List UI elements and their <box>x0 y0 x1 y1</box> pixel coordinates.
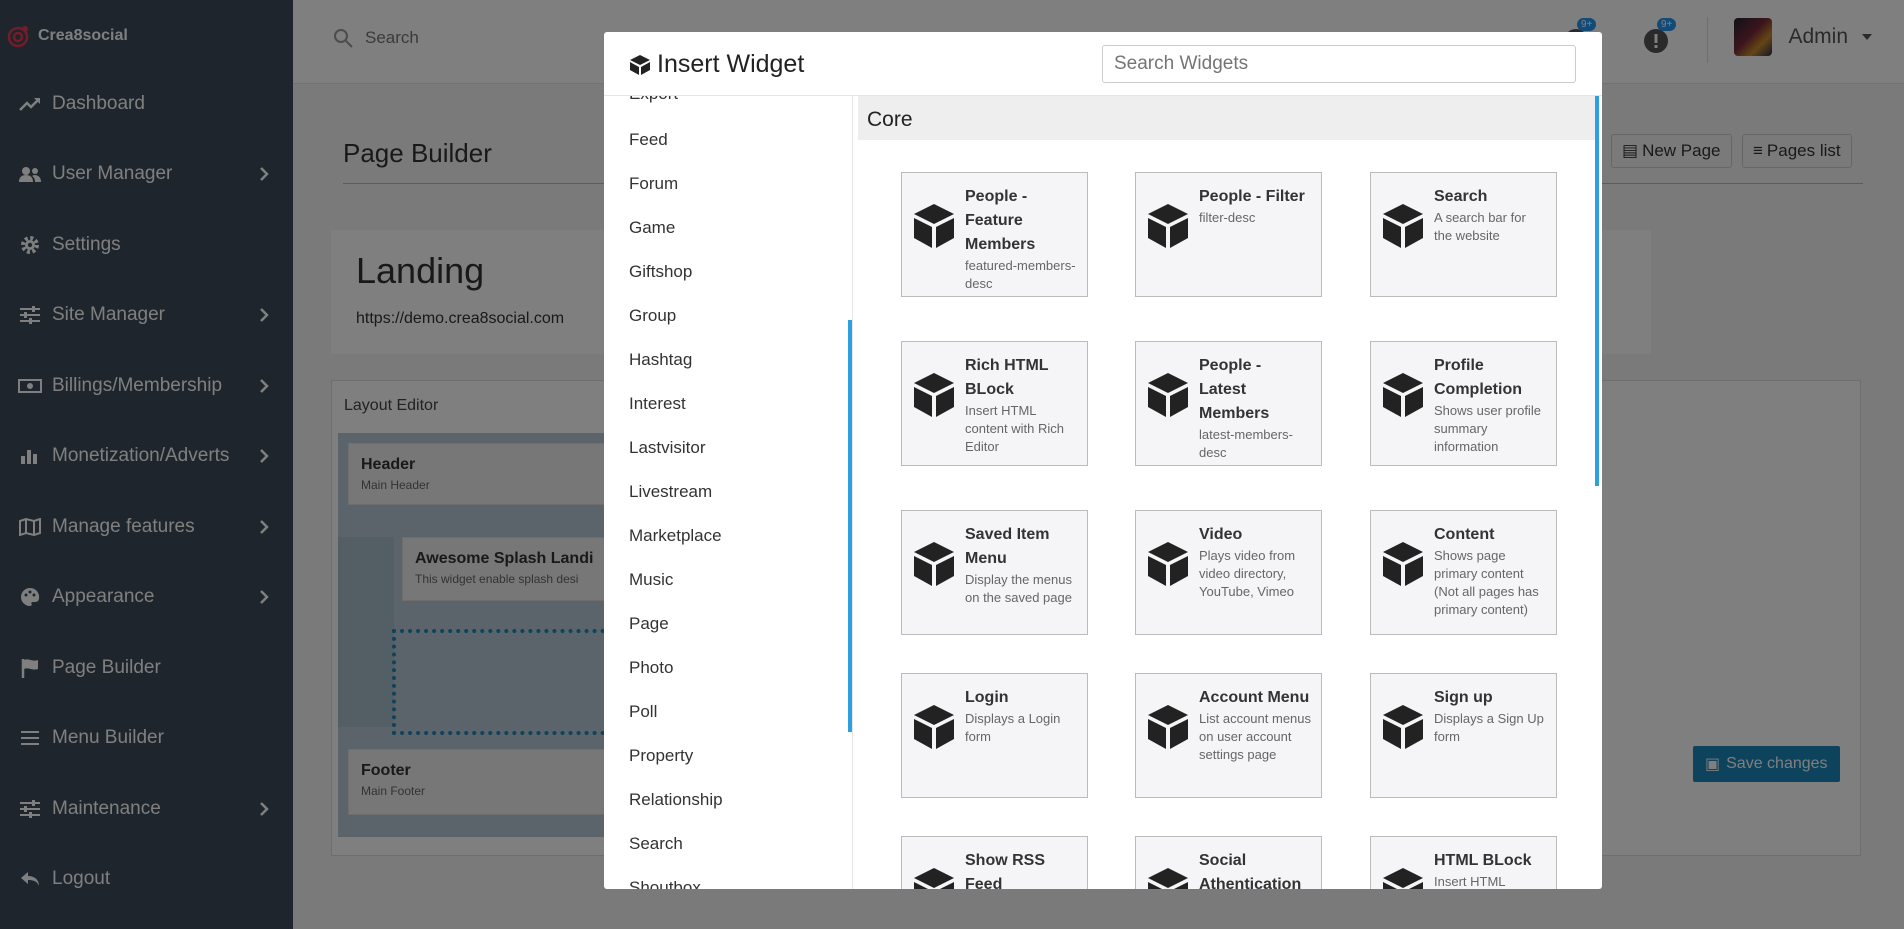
widget-title: Content <box>1434 526 1495 543</box>
widget-card[interactable]: Show RSS Feed <box>901 836 1088 889</box>
modal-header: Insert Widget <box>604 32 1602 96</box>
category-item[interactable]: Poll <box>629 702 657 722</box>
widget-card[interactable]: Sign up Displays a Sign Up form <box>1370 673 1557 798</box>
widget-card[interactable]: People - Filter filter-desc <box>1135 172 1322 297</box>
cube-icon <box>914 868 954 889</box>
widget-desc: latest-members-desc <box>1199 427 1293 460</box>
widget-card[interactable]: Rich HTML BLock Insert HTML content with… <box>901 341 1088 466</box>
widget-card[interactable]: Account Menu List account menus on user … <box>1135 673 1322 798</box>
category-item[interactable]: Feed <box>629 130 668 150</box>
widget-desc: Insert HTML <box>1434 874 1506 889</box>
cube-icon <box>914 705 954 749</box>
cube-icon <box>1148 542 1188 586</box>
widget-title: Login <box>965 689 1009 706</box>
category-item[interactable]: Marketplace <box>629 526 722 546</box>
widget-desc: Insert HTML content with Rich Editor <box>965 403 1064 454</box>
widget-title: Search <box>1434 188 1488 205</box>
cube-icon <box>1148 705 1188 749</box>
widget-desc: featured-members-desc <box>965 258 1076 291</box>
widget-desc: Display the menus on the saved page <box>965 572 1072 605</box>
widget-card[interactable]: Social Athentication <box>1135 836 1322 889</box>
widget-card[interactable]: Login Displays a Login form <box>901 673 1088 798</box>
widget-title: Rich HTML BLock <box>965 357 1049 398</box>
insert-widget-modal: Insert Widget Export Feed Forum Game Gif… <box>604 32 1602 889</box>
widget-card[interactable]: HTML BLock Insert HTML <box>1370 836 1557 889</box>
category-item[interactable]: Search <box>629 834 683 854</box>
cube-icon <box>1383 868 1423 889</box>
widget-desc: List account menus on user account setti… <box>1199 711 1312 762</box>
widget-desc: Plays video from video directory, YouTub… <box>1199 548 1296 599</box>
widget-desc: filter-desc <box>1199 210 1256 225</box>
widget-title: Saved Item Menu <box>965 526 1050 567</box>
widget-title: Video <box>1199 526 1243 543</box>
cube-icon <box>1148 204 1188 248</box>
widgets-pane: Core People - Feature Members featured-m… <box>853 96 1602 889</box>
widget-search-input[interactable] <box>1102 45 1576 83</box>
widget-desc: Shows user profile summary information <box>1434 403 1541 454</box>
cube-icon <box>630 54 650 75</box>
category-item[interactable]: Music <box>629 570 673 590</box>
category-item[interactable]: Page <box>629 614 669 634</box>
widget-title: People - Latest Members <box>1199 357 1270 422</box>
category-item[interactable]: Forum <box>629 174 678 194</box>
cube-icon <box>1383 705 1423 749</box>
cube-icon <box>914 204 954 248</box>
widget-title: Show RSS Feed <box>965 852 1046 889</box>
modal-title: Insert Widget <box>629 50 804 79</box>
widget-desc: Shows page primary content (Not all page… <box>1434 548 1539 617</box>
widget-title: Sign up <box>1434 689 1493 706</box>
category-item[interactable]: Property <box>629 746 693 766</box>
cube-icon <box>1148 373 1188 417</box>
widget-title: People - Feature Members <box>965 188 1036 253</box>
cube-icon <box>1148 868 1188 889</box>
category-item[interactable]: Hashtag <box>629 350 692 370</box>
category-item[interactable]: Giftshop <box>629 262 692 282</box>
category-item[interactable]: Lastvisitor <box>629 438 706 458</box>
modal-title-text: Insert Widget <box>657 50 805 78</box>
category-item[interactable]: Interest <box>629 394 686 414</box>
widget-card[interactable]: Content Shows page primary content (Not … <box>1370 510 1557 635</box>
widget-title: Profile Completion <box>1434 357 1522 398</box>
widget-title: Social Athentication <box>1199 852 1302 889</box>
widget-card[interactable]: Saved Item Menu Display the menus on the… <box>901 510 1088 635</box>
widget-desc: A search bar for the website <box>1434 210 1526 243</box>
category-item[interactable]: Shoutbox <box>629 878 701 889</box>
category-item[interactable]: Game <box>629 218 675 238</box>
widget-card[interactable]: Profile Completion Shows user profile su… <box>1370 341 1557 466</box>
widget-card[interactable]: People - Feature Members featured-member… <box>901 172 1088 297</box>
cube-icon <box>914 373 954 417</box>
cube-icon <box>1383 373 1423 417</box>
widget-desc: Displays a Login form <box>965 711 1061 744</box>
widgets-scrollbar[interactable] <box>1595 96 1599 486</box>
widget-card[interactable]: Search A search bar for the website <box>1370 172 1557 297</box>
widget-desc: Displays a Sign Up form <box>1434 711 1544 744</box>
widget-title: Account Menu <box>1199 689 1310 706</box>
cube-icon <box>1383 204 1423 248</box>
cube-icon <box>1383 542 1423 586</box>
category-item[interactable]: Export <box>629 96 678 104</box>
section-title: Core <box>858 96 1598 140</box>
widget-card[interactable]: Video Plays video from video directory, … <box>1135 510 1322 635</box>
cube-icon <box>914 542 954 586</box>
category-item[interactable]: Livestream <box>629 482 712 502</box>
category-item[interactable]: Photo <box>629 658 673 678</box>
widget-title: HTML BLock <box>1434 852 1532 869</box>
category-list: Export Feed Forum Game Giftshop Group Ha… <box>604 96 852 889</box>
category-item[interactable]: Relationship <box>629 790 723 810</box>
widget-card[interactable]: People - Latest Members latest-members-d… <box>1135 341 1322 466</box>
category-item[interactable]: Group <box>629 306 676 326</box>
widget-title: People - Filter <box>1199 188 1305 205</box>
